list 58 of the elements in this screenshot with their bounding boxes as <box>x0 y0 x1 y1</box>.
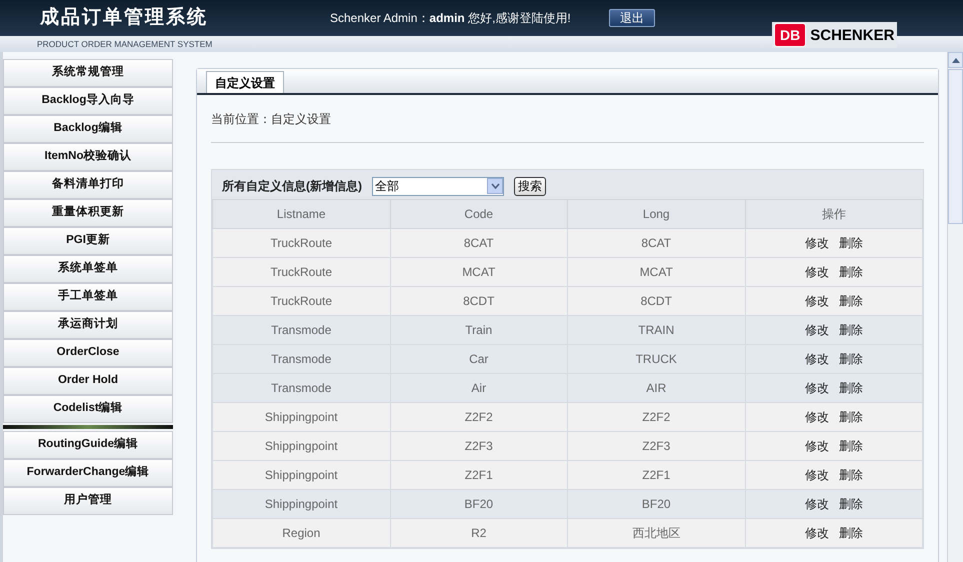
sidebar-item[interactable]: RoutingGuide编辑 <box>3 431 173 459</box>
scrollbar[interactable] <box>947 52 963 562</box>
sidebar-item[interactable]: 用户管理 <box>3 487 173 515</box>
sidebar-item[interactable]: 系统常规管理 <box>3 59 173 87</box>
table-cell: 西北地区 <box>568 518 745 548</box>
category-select[interactable]: 全部 <box>372 176 504 196</box>
company-logo: DB SCHENKER <box>772 22 898 48</box>
app-subtitle: PRODUCT ORDER MANAGEMENT SYSTEM <box>37 38 212 50</box>
scroll-up-icon[interactable] <box>952 58 960 62</box>
action-link[interactable]: 删除 <box>838 437 863 455</box>
sidebar-item[interactable]: 手工单签单 <box>3 283 173 311</box>
action-link[interactable]: 删除 <box>838 350 863 368</box>
sidebar-item[interactable]: Codelist编辑 <box>3 395 173 423</box>
action-link[interactable]: 修改 <box>804 524 829 542</box>
action-link[interactable]: 删除 <box>838 263 863 281</box>
action-link[interactable]: 修改 <box>804 263 829 281</box>
action-link[interactable]: 删除 <box>838 408 863 426</box>
welcome-text: Schenker Admin：admin 您好,感谢登陆使用! <box>330 10 571 27</box>
action-link[interactable]: 修改 <box>804 321 829 339</box>
sidebar-item[interactable]: Backlog编辑 <box>3 115 173 143</box>
sidebar-item[interactable]: 承运商计划 <box>3 311 173 339</box>
tab[interactable]: 自定义设置 <box>206 71 284 93</box>
sidebar-item[interactable]: 重量体积更新 <box>3 199 173 227</box>
action-link[interactable]: 修改 <box>804 350 829 368</box>
action-link[interactable]: 删除 <box>838 234 863 252</box>
action-link[interactable]: 修改 <box>804 234 829 252</box>
sidebar-item[interactable]: ForwarderChange编辑 <box>3 459 173 487</box>
action-link[interactable]: 删除 <box>838 495 863 513</box>
column-header: Code <box>390 200 568 228</box>
sidebar-item[interactable]: 系统单签单 <box>3 255 173 283</box>
action-link[interactable]: 修改 <box>804 379 829 397</box>
sidebar-item[interactable]: ItemNo校验确认 <box>3 143 173 171</box>
sidebar-item[interactable]: PGI更新 <box>3 227 173 255</box>
sidebar-item[interactable]: OrderClose <box>3 339 173 367</box>
filter-label: 所有自定义信息(新增信息) <box>222 178 362 195</box>
action-link[interactable]: 删除 <box>838 379 863 397</box>
table-cell: Region <box>212 518 390 548</box>
app-title: 成品订单管理系统 <box>40 6 209 30</box>
breadcrumb: 当前位置：自定义设置 <box>211 110 331 128</box>
column-header: Listname <box>212 200 390 228</box>
sidebar-item[interactable]: Order Hold <box>3 367 173 395</box>
sidebar-item[interactable]: Backlog导入向导 <box>3 87 173 115</box>
sidebar-item[interactable]: 备料清单打印 <box>3 171 173 199</box>
action-link[interactable]: 修改 <box>804 466 829 484</box>
action-link[interactable]: 修改 <box>804 437 829 455</box>
column-header: Long <box>568 200 745 228</box>
action-link[interactable]: 删除 <box>838 524 863 542</box>
dropdown-icon <box>487 178 503 194</box>
action-link[interactable]: 删除 <box>838 292 863 310</box>
action-link[interactable]: 修改 <box>804 495 829 513</box>
action-link[interactable]: 删除 <box>838 466 863 484</box>
logout-button[interactable]: 退出 <box>608 9 655 27</box>
column-header: 操作 <box>745 200 922 228</box>
table-cell: R2 <box>390 518 568 548</box>
search-button[interactable]: 搜索 <box>514 176 546 196</box>
action-link[interactable]: 删除 <box>838 321 863 339</box>
action-link[interactable]: 修改 <box>804 408 829 426</box>
action-link[interactable]: 修改 <box>804 292 829 310</box>
